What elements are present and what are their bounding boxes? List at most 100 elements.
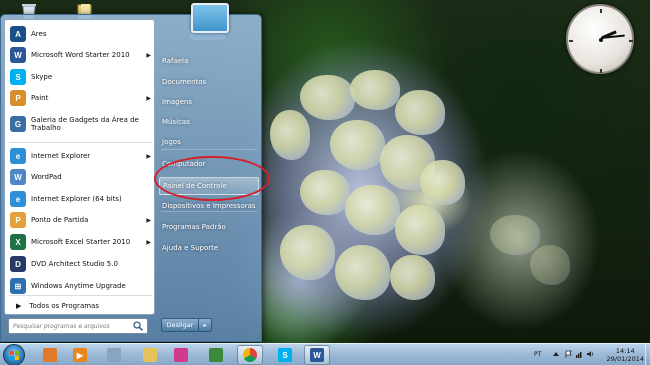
hydrangea-petal [335, 245, 390, 300]
excel-icon: X [10, 234, 26, 250]
submenu-arrow-icon: ▶ [146, 51, 151, 59]
all-programs-separator [9, 295, 152, 296]
dvd-architect-icon: D [10, 256, 26, 272]
program-label: Internet Explorer (64 bits) [31, 195, 122, 203]
hydrangea-petal [300, 170, 350, 215]
hydrangea-petal [300, 75, 355, 120]
place-item-imagens[interactable]: Imagens [159, 93, 259, 111]
start-button[interactable] [3, 344, 25, 365]
place-item-ajuda-e-suporte[interactable]: Ajuda e Suporte [159, 239, 259, 257]
network-icon[interactable] [575, 350, 583, 358]
program-item[interactable]: P Ponto de Partida ▶ [7, 210, 154, 230]
hydrangea-petal [330, 120, 385, 170]
media-player-icon: ▶ [73, 348, 87, 362]
place-item-rafaela[interactable]: Rafaela [159, 52, 259, 70]
program-label: DVD Architect Studio 5.0 [31, 260, 118, 268]
search-input[interactable] [9, 319, 129, 333]
hydrangea-petal [395, 205, 445, 255]
solitaire-icon [209, 348, 223, 362]
place-item-m-sicas[interactable]: Músicas [159, 113, 259, 131]
taskbar: ▶ S W PT 14:14 29/01/2014 [0, 343, 650, 365]
hydrangea-petal [420, 160, 465, 205]
getting-started-icon: P [10, 212, 26, 228]
taskbar-button[interactable] [203, 345, 229, 365]
program-item[interactable]: W Microsoft Word Starter 2010 ▶ [7, 45, 154, 65]
red-highlight-circle [154, 156, 270, 201]
right-triangle-icon: ▶ [16, 302, 22, 310]
color-wheel-icon [174, 348, 188, 362]
calculator-icon [107, 348, 121, 362]
action-center-flag-icon[interactable] [564, 350, 572, 358]
shutdown-group: Desligar ▸ [161, 318, 212, 332]
submenu-arrow-icon: ▶ [146, 94, 151, 102]
taskbar-button[interactable] [168, 345, 194, 365]
hydrangea-petal [270, 110, 310, 160]
program-label: Paint [31, 94, 49, 102]
windows-logo-icon [15, 356, 19, 360]
skype-icon: S [10, 69, 26, 85]
clock-tick [600, 9, 602, 13]
program-label: Ponto de Partida [31, 216, 89, 224]
all-programs-button[interactable]: ▶ Todos os Programas [7, 298, 154, 314]
taskbar-button[interactable]: W [304, 345, 330, 365]
clock-tick [569, 40, 573, 42]
program-list-separator [9, 142, 152, 143]
hydrangea-petal [390, 255, 435, 300]
taskbar-button[interactable]: S [272, 345, 298, 365]
clock-gadget[interactable] [566, 4, 634, 74]
program-item[interactable]: A Ares [7, 24, 154, 44]
program-label: Ares [31, 30, 47, 38]
taskbar-button[interactable]: ▶ [67, 345, 93, 365]
search-box[interactable] [8, 318, 148, 334]
submenu-arrow-icon: ▶ [146, 216, 151, 224]
hydrangea-petal [280, 225, 335, 280]
place-item-programas-padr-o[interactable]: Programas Padrão [159, 218, 259, 236]
shutdown-options-arrow-icon[interactable]: ▸ [199, 318, 212, 332]
windows-logo-icon [15, 351, 19, 355]
windows-logo-icon [10, 351, 14, 355]
program-label: Galeria de Gadgets da Área de Trabalho [31, 116, 139, 132]
user-avatar[interactable] [191, 3, 229, 33]
show-desktop-button[interactable] [645, 344, 650, 365]
program-label: Windows Anytime Upgrade [31, 282, 126, 290]
paint-icon: P [10, 90, 26, 106]
program-item[interactable]: G Galeria de Gadgets da Área de Trabalho [7, 109, 154, 139]
hydrangea-petal [350, 70, 400, 110]
program-item[interactable]: S Skype [7, 67, 154, 87]
taskbar-clock[interactable]: 14:14 29/01/2014 [607, 347, 644, 363]
program-item[interactable]: W WordPad [7, 167, 154, 187]
shutdown-button[interactable]: Desligar [161, 318, 199, 332]
program-item[interactable]: e Internet Explorer (64 bits) [7, 189, 154, 209]
windows-upgrade-icon: ⊞ [10, 278, 26, 294]
program-item[interactable]: ⊞ Windows Anytime Upgrade [7, 276, 154, 296]
taskbar-button[interactable] [101, 345, 127, 365]
search-icon[interactable] [133, 321, 143, 331]
word-icon: W [10, 47, 26, 63]
program-label: Internet Explorer [31, 152, 91, 160]
volume-icon[interactable] [586, 350, 594, 358]
program-item[interactable]: D DVD Architect Studio 5.0 [7, 254, 154, 274]
ares-icon: A [10, 26, 26, 42]
language-indicator[interactable]: PT [534, 351, 541, 358]
program-item[interactable]: X Microsoft Excel Starter 2010 ▶ [7, 232, 154, 252]
taskbar-button[interactable] [137, 345, 163, 365]
program-item[interactable]: e Internet Explorer ▶ [7, 146, 154, 166]
wordpad-icon: W [10, 169, 26, 185]
program-item[interactable]: P Paint ▶ [7, 88, 154, 108]
place-item-documentos[interactable]: Documentos [159, 73, 259, 91]
windows-logo-icon [10, 356, 14, 360]
all-programs-label: Todos os Programas [29, 302, 99, 310]
taskbar-button[interactable] [37, 345, 63, 365]
taskbar-button[interactable] [237, 345, 263, 365]
hydrangea-petal [345, 185, 400, 235]
hydrangea-petal [530, 245, 570, 285]
show-hidden-icons-icon[interactable] [552, 350, 560, 358]
programs-pane: A Ares W Microsoft Word Starter 2010 ▶ S Skype… [4, 19, 155, 315]
taskbar-date: 29/01/2014 [606, 355, 644, 363]
taskbar-time: 14:14 [615, 347, 635, 355]
places-separator [161, 211, 257, 212]
internet-explorer-icon: e [10, 148, 26, 164]
skype-taskbar-icon: S [278, 348, 292, 362]
gadgets-icon: G [10, 116, 26, 132]
media-center-icon [43, 348, 57, 362]
